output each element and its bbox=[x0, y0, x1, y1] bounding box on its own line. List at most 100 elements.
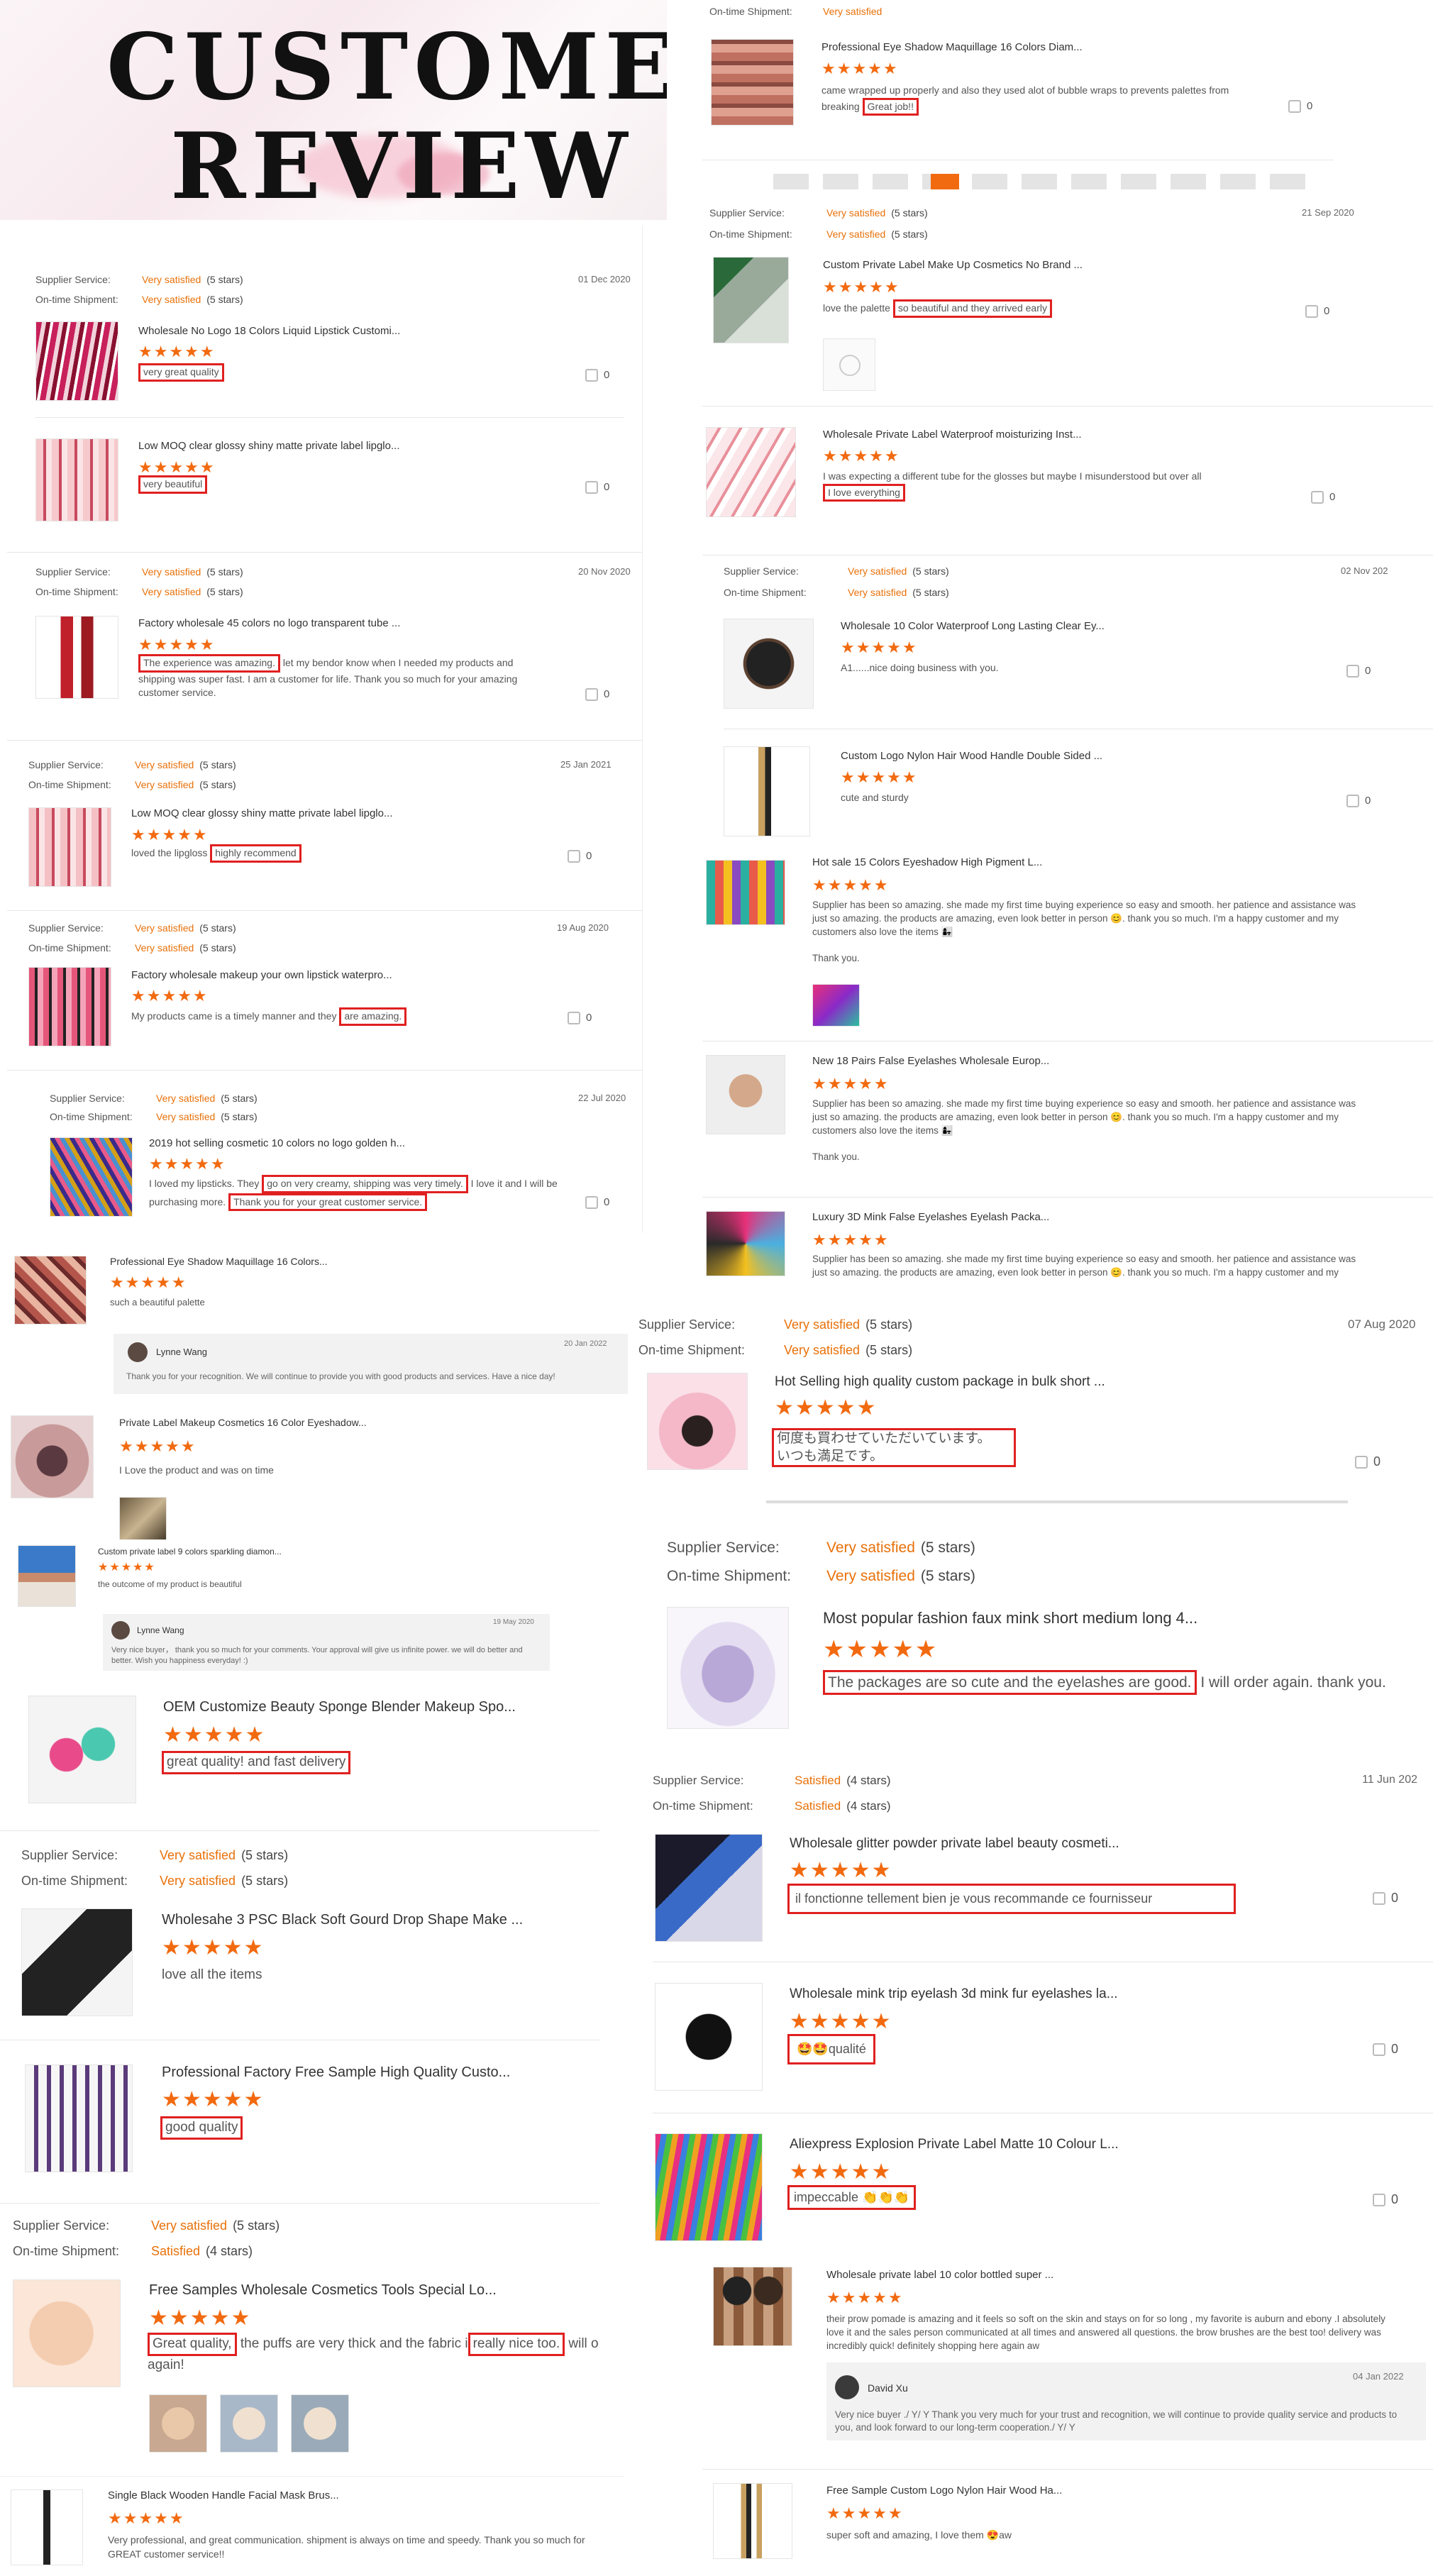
review-photo[interactable] bbox=[291, 2394, 349, 2453]
review-photo[interactable] bbox=[119, 1497, 167, 1544]
like-button[interactable]: 0 bbox=[1346, 665, 1371, 678]
product-thumbnail[interactable] bbox=[713, 2483, 792, 2559]
product-title[interactable]: New 18 Pairs False Eyelashes Wholesale E… bbox=[812, 1055, 1167, 1067]
product-thumbnail[interactable] bbox=[35, 438, 118, 521]
product-title[interactable]: Professional Eye Shadow Maquillage 16 Co… bbox=[821, 41, 1176, 53]
product-title[interactable]: Low MOQ clear glossy shiny matte private… bbox=[131, 807, 415, 819]
product-title[interactable]: Wholesale glitter powder private label b… bbox=[790, 1836, 1187, 1852]
product-thumbnail[interactable] bbox=[50, 1137, 133, 1217]
product-thumbnail[interactable] bbox=[11, 2489, 83, 2565]
like-button[interactable]: 0 bbox=[1373, 1891, 1398, 1906]
like-button[interactable]: 0 bbox=[585, 688, 609, 702]
reply-author: David Xu bbox=[868, 2382, 908, 2394]
like-button[interactable]: 0 bbox=[1346, 795, 1371, 808]
product-title[interactable]: 2019 hot selling cosmetic 10 colors no l… bbox=[149, 1137, 433, 1149]
product-thumbnail[interactable] bbox=[706, 1055, 785, 1134]
review-comment: Very professional, and great communicati… bbox=[108, 2534, 585, 2560]
product-title[interactable]: Wholesahe 3 PSC Black Soft Gourd Drop Sh… bbox=[162, 1912, 545, 1928]
product-title[interactable]: Luxury 3D Mink False Eyelashes Eyelash P… bbox=[812, 1211, 1167, 1223]
product-thumbnail[interactable] bbox=[18, 1545, 76, 1607]
product-thumbnail[interactable] bbox=[724, 746, 810, 836]
like-button[interactable]: 0 bbox=[1288, 100, 1312, 114]
product-title[interactable]: Professional Eye Shadow Maquillage 16 Co… bbox=[110, 1256, 465, 1267]
product-title[interactable]: Free Sample Custom Logo Nylon Hair Wood … bbox=[826, 2484, 1181, 2497]
like-button[interactable]: 0 bbox=[1311, 491, 1335, 504]
review-comment: the outcome of my product is beautiful bbox=[98, 1579, 242, 1589]
review-comment: love all the items bbox=[162, 1967, 262, 1982]
product-thumbnail[interactable] bbox=[28, 967, 111, 1046]
review-panel-right-b: Supplier Service: Very satisfied (5 stars)… bbox=[702, 200, 1433, 1278]
product-thumbnail[interactable] bbox=[25, 2064, 133, 2172]
product-title[interactable]: Wholesale 10 Color Waterproof Long Lasti… bbox=[841, 620, 1195, 632]
product-title[interactable]: OEM Customize Beauty Sponge Blender Make… bbox=[163, 1699, 532, 1715]
review-comment: The experience was amazing. let my bendo… bbox=[138, 654, 550, 700]
product-title[interactable]: Private Label Makeup Cosmetics 16 Color … bbox=[119, 1417, 474, 1428]
product-title[interactable]: Custom private label 9 colors sparkling … bbox=[98, 1547, 382, 1557]
product-thumbnail[interactable] bbox=[724, 619, 814, 709]
review-video-thumbnail[interactable] bbox=[823, 338, 875, 391]
rating-stars: ★★★★★ bbox=[162, 2088, 265, 2111]
review-photo[interactable] bbox=[149, 2394, 207, 2453]
product-thumbnail[interactable] bbox=[655, 2133, 763, 2241]
product-thumbnail[interactable] bbox=[11, 1415, 94, 1498]
rating-stars: ★★★★★ bbox=[149, 2306, 252, 2330]
product-thumbnail[interactable] bbox=[35, 616, 118, 699]
rating-stars: ★★★★★ bbox=[823, 1636, 939, 1663]
product-thumbnail[interactable] bbox=[711, 39, 794, 126]
product-title[interactable]: Custom Logo Nylon Hair Wood Handle Doubl… bbox=[841, 750, 1195, 762]
product-title[interactable]: Wholesale mink trip eyelash 3d mink fur … bbox=[790, 1986, 1187, 2002]
product-title[interactable]: Wholesale Private Label Waterproof moist… bbox=[823, 429, 1178, 441]
rating-stars: ★★★★★ bbox=[119, 1437, 197, 1455]
product-title[interactable]: Low MOQ clear glossy shiny matte private… bbox=[138, 440, 422, 452]
product-thumbnail[interactable] bbox=[13, 2279, 121, 2387]
product-thumbnail[interactable] bbox=[655, 1834, 763, 1942]
review-photo[interactable] bbox=[812, 984, 860, 1027]
product-thumbnail[interactable] bbox=[706, 860, 785, 925]
product-thumbnail[interactable] bbox=[667, 1607, 789, 1729]
like-button[interactable]: 0 bbox=[585, 1196, 609, 1210]
product-title[interactable]: Wholesale private label 10 color bottled… bbox=[826, 2269, 1181, 2281]
product-thumbnail[interactable] bbox=[35, 321, 118, 401]
product-title[interactable]: Single Black Wooden Handle Facial Mask B… bbox=[108, 2489, 463, 2502]
like-button[interactable]: 0 bbox=[1305, 305, 1329, 319]
product-title[interactable]: Factory wholesale 45 colors no logo tran… bbox=[138, 617, 422, 629]
product-title[interactable]: Hot Selling high quality custom package … bbox=[775, 1374, 1172, 1390]
product-title[interactable]: Factory wholesale makeup your own lipsti… bbox=[131, 969, 415, 981]
supplier-service-row: Supplier Service: Very satisfied (5 stars) bbox=[638, 1317, 913, 1332]
product-thumbnail[interactable] bbox=[706, 427, 796, 517]
product-thumbnail[interactable] bbox=[28, 807, 111, 887]
pagination[interactable] bbox=[773, 174, 1312, 189]
rating-stars: ★★★★★ bbox=[812, 1231, 890, 1249]
review-panel-right-e: Supplier Service: Satisfied (4 stars) On-t… bbox=[642, 1767, 1433, 2252]
product-title[interactable]: Custom Private Label Make Up Cosmetics N… bbox=[823, 259, 1178, 271]
reply-date: 20 Jan 2022 bbox=[564, 1339, 607, 1348]
reply-text: Very nice buyer ./ Y/ Y Thank you very m… bbox=[835, 2409, 1398, 2433]
product-thumbnail[interactable] bbox=[713, 2267, 792, 2346]
product-thumbnail[interactable] bbox=[28, 1696, 136, 1803]
product-thumbnail[interactable] bbox=[706, 1211, 785, 1276]
review-comment: A1......nice doing business with you. bbox=[841, 662, 999, 673]
like-button[interactable]: 0 bbox=[1355, 1454, 1381, 1469]
pagination-current[interactable] bbox=[931, 174, 959, 189]
product-title[interactable]: Most popular fashion faux mink short med… bbox=[823, 1609, 1249, 1627]
like-button[interactable]: 0 bbox=[585, 369, 609, 382]
like-button[interactable]: 0 bbox=[1373, 2042, 1398, 2057]
like-button[interactable]: 0 bbox=[585, 481, 609, 494]
like-button[interactable]: 0 bbox=[568, 1012, 592, 1025]
product-thumbnail[interactable] bbox=[21, 1908, 133, 2016]
review-panel-c: Custom private label 9 colors sparkling … bbox=[0, 1539, 596, 1674]
product-title[interactable]: Hot sale 15 Colors Eyeshadow High Pigmen… bbox=[812, 856, 1167, 868]
product-thumbnail[interactable] bbox=[14, 1256, 87, 1325]
product-thumbnail[interactable] bbox=[647, 1373, 748, 1470]
product-title[interactable]: Professional Factory Free Sample High Qu… bbox=[162, 2064, 545, 2081]
product-title[interactable]: Aliexpress Explosion Private Label Matte… bbox=[790, 2137, 1187, 2152]
product-title[interactable]: Wholesale No Logo 18 Colors Liquid Lipst… bbox=[138, 325, 422, 337]
product-title[interactable]: Free Samples Wholesale Cosmetics Tools S… bbox=[149, 2282, 518, 2299]
product-thumbnail[interactable] bbox=[713, 257, 789, 343]
like-button[interactable]: 0 bbox=[568, 850, 592, 863]
product-thumbnail[interactable] bbox=[655, 1983, 763, 2091]
supplier-service-row: Supplier Service: Very satisfied (5 stars) bbox=[667, 1539, 975, 1556]
review-date: 01 Dec 2020 bbox=[578, 274, 631, 284]
like-button[interactable]: 0 bbox=[1373, 2192, 1398, 2207]
review-photo[interactable] bbox=[220, 2394, 278, 2453]
